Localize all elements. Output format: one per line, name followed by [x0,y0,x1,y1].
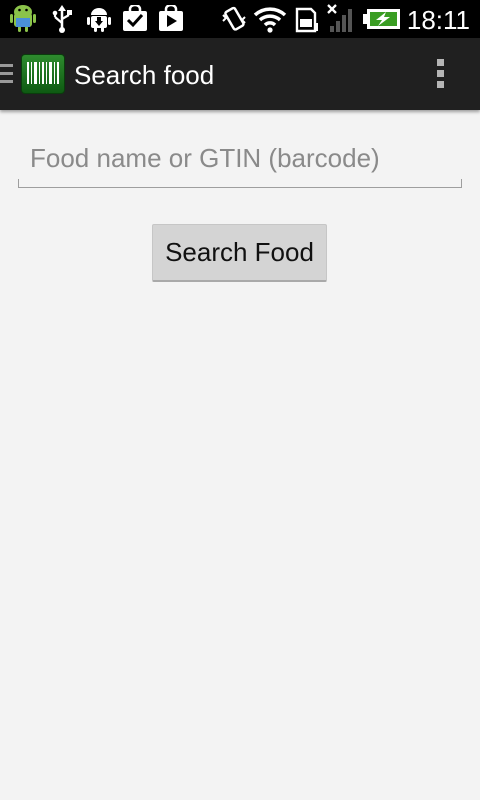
vibrate-icon [220,4,248,34]
action-bar: Search food [0,38,480,110]
battery-charging-icon [362,4,402,34]
overflow-menu-icon[interactable] [437,59,445,91]
search-food-button[interactable]: Search Food [152,224,327,282]
barcode-icon[interactable] [21,54,65,94]
screen: 18:11 Search food Search Foo [0,0,480,800]
search-input[interactable] [18,136,462,188]
play-store-icon [157,4,185,34]
android-debug-icon [8,4,38,34]
status-bar: 18:11 [0,0,480,38]
drawer-indicator-icon[interactable] [0,64,14,84]
wifi-icon [253,4,287,34]
no-signal-icon [326,4,356,34]
page-title: Search food [74,60,215,90]
clock: 18:11 [406,5,470,35]
search-input-right-edge [461,179,462,188]
search-input-left-edge [18,179,19,188]
check-bag-icon [121,4,149,34]
android-download-icon [86,4,112,34]
usb-icon [50,4,74,34]
sd-card-icon [294,4,320,34]
